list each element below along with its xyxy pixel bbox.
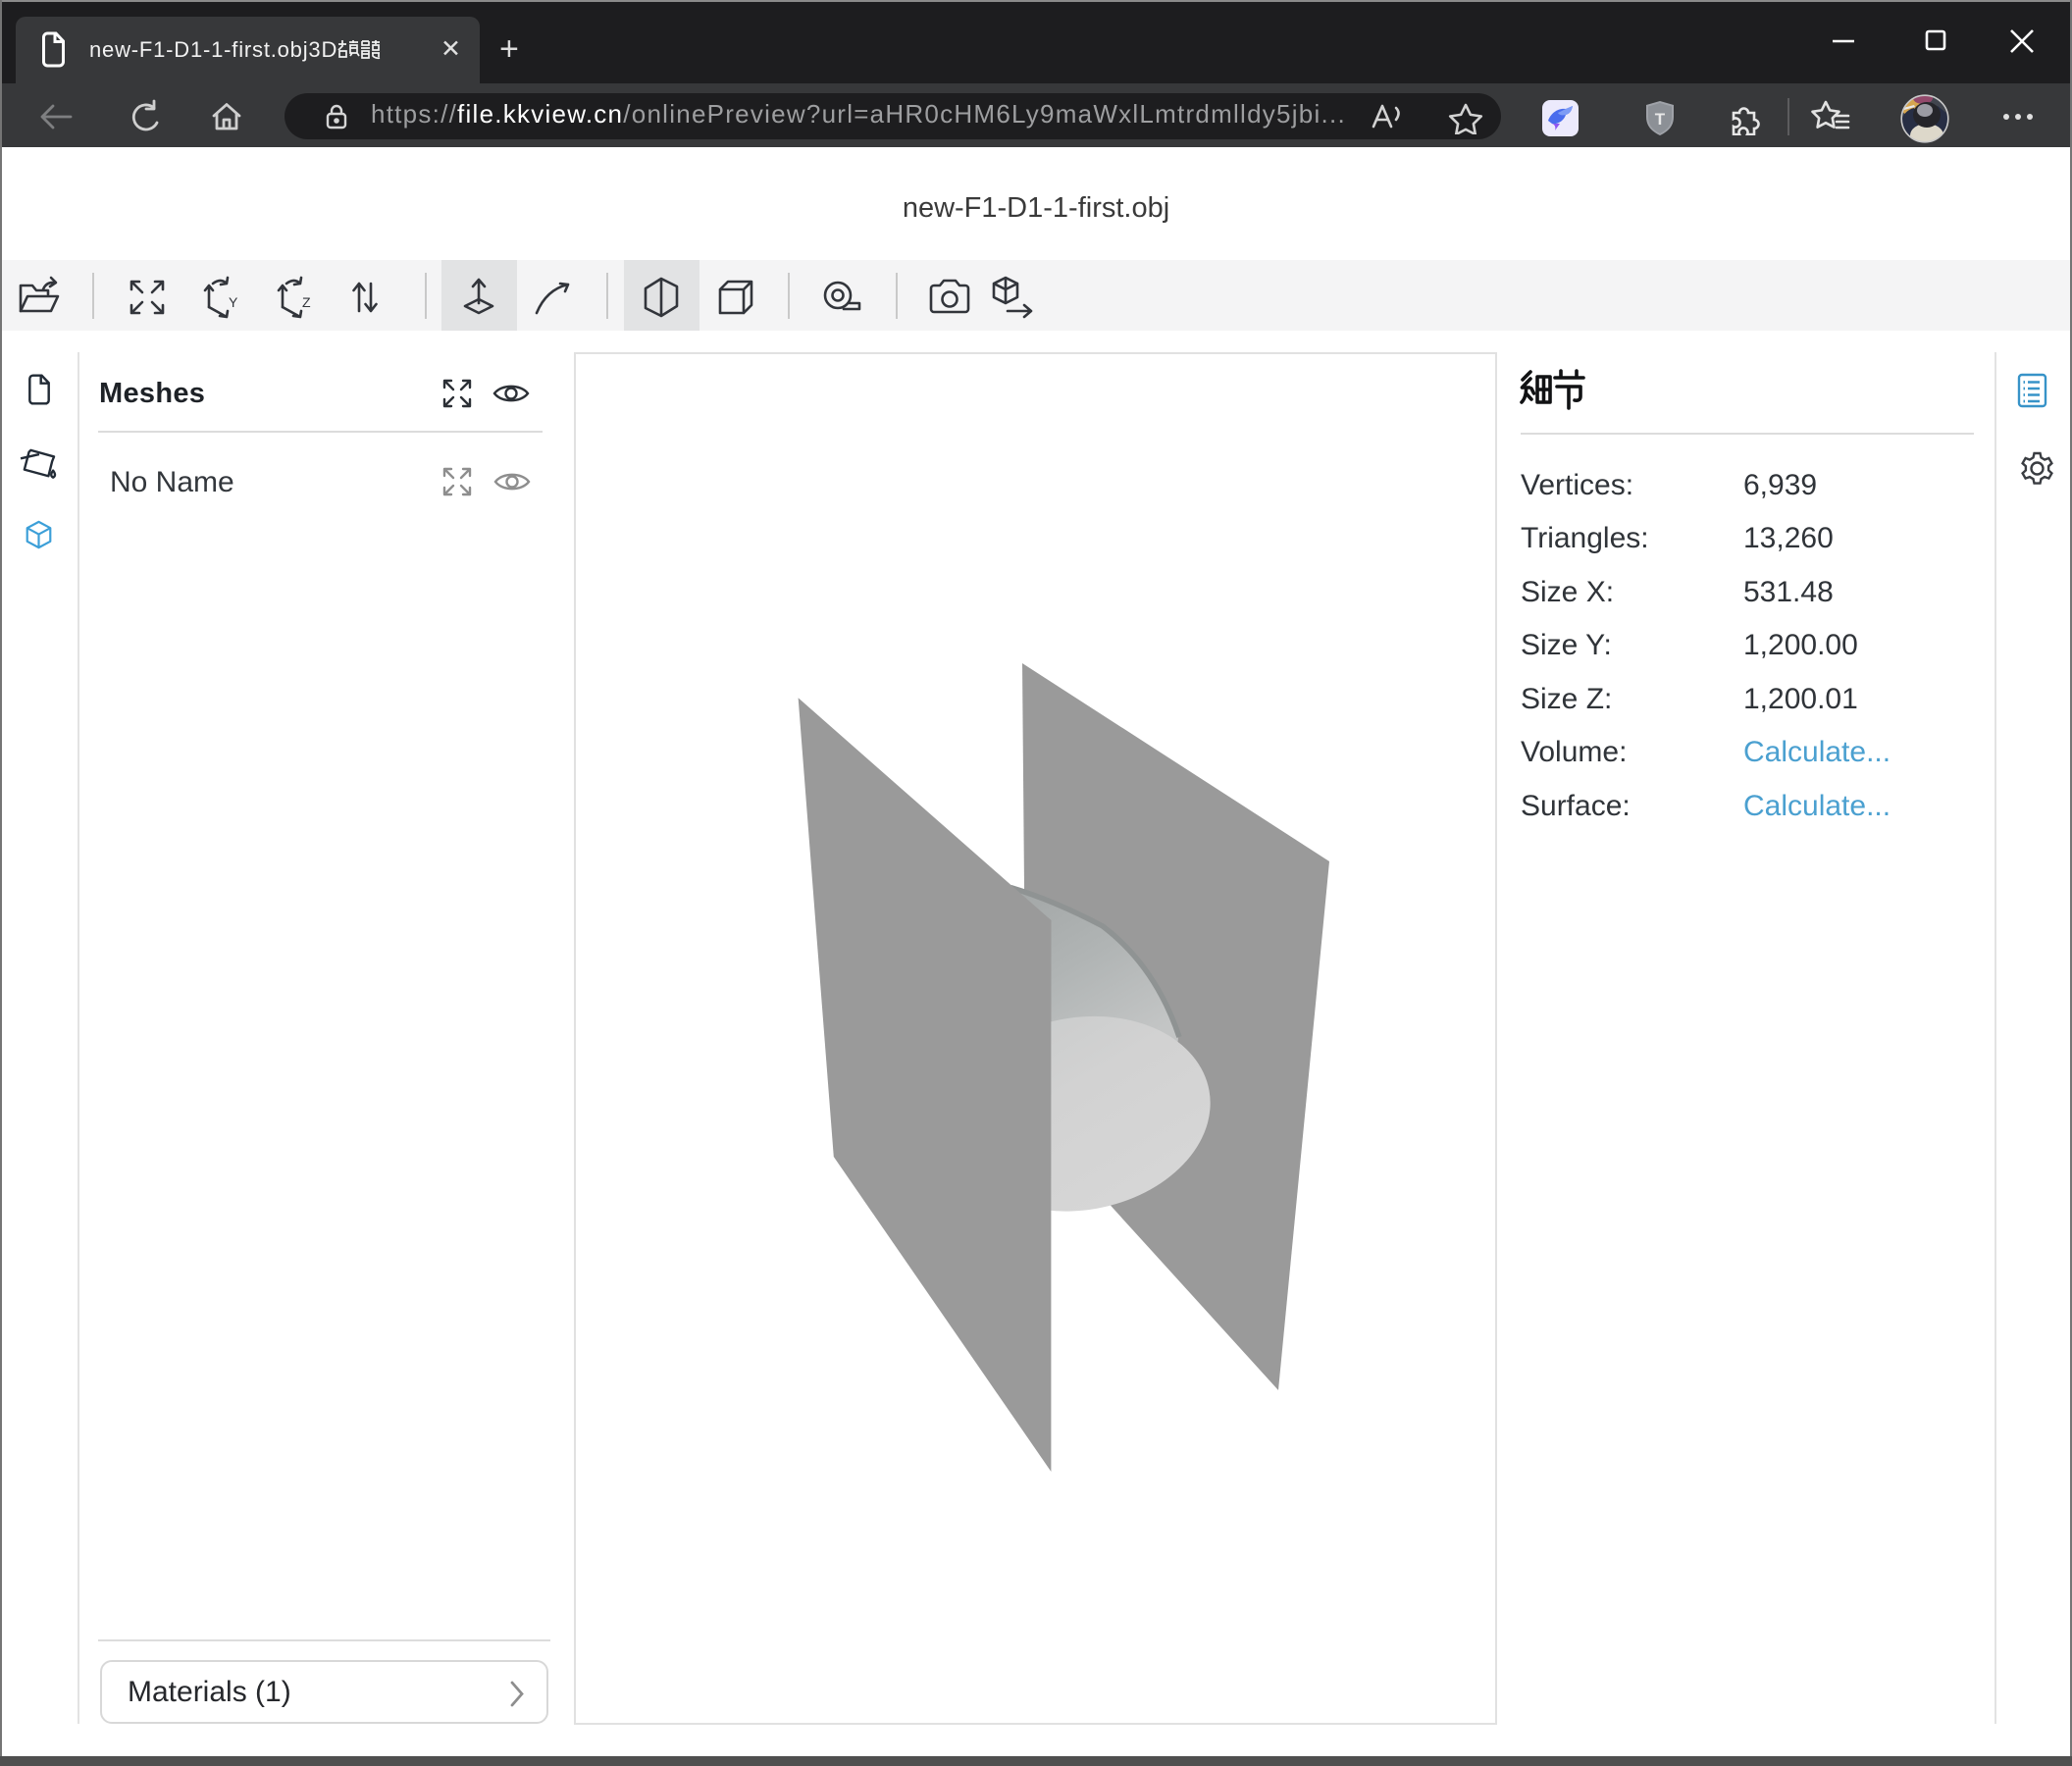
svg-text:T: T xyxy=(1655,110,1666,129)
svg-text:Y: Y xyxy=(229,294,238,310)
svg-text:Z: Z xyxy=(302,294,311,310)
